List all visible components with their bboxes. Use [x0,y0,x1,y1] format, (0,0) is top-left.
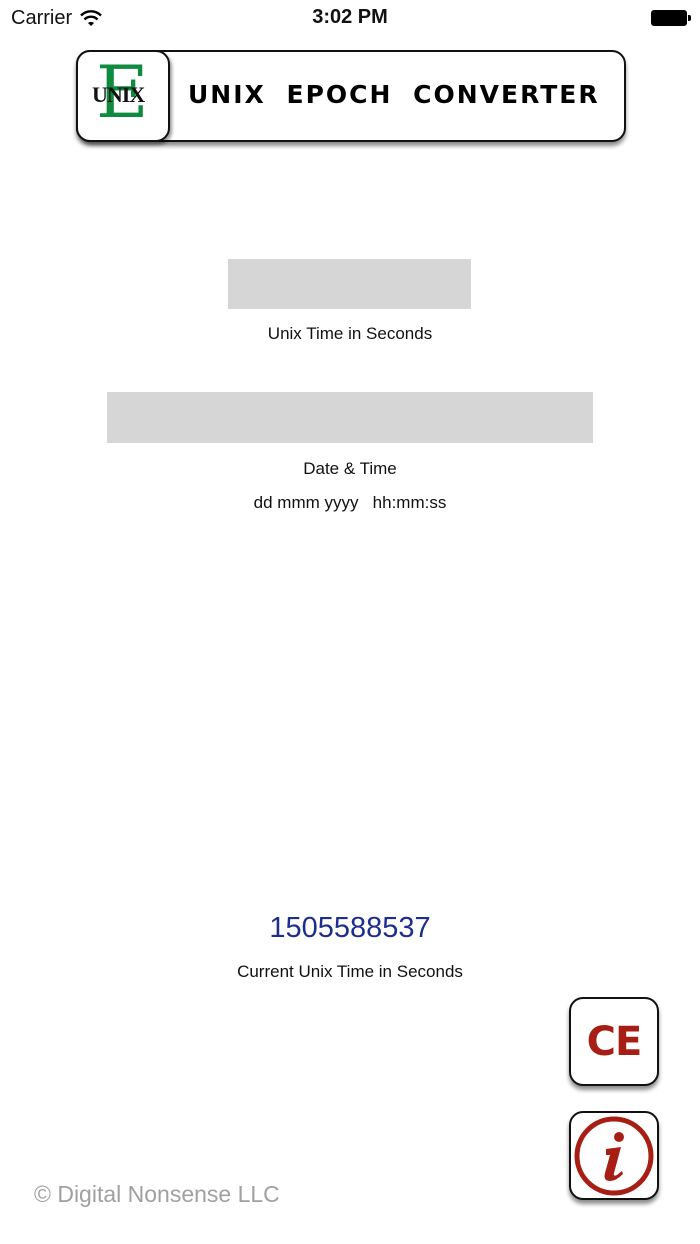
date-format-hint: dd mmm yyyy hh:mm:ss [253,493,447,512]
app-title: UNIX EPOCH CONVERTER [188,80,600,109]
current-unix-time-label: Current Unix Time in Seconds [237,962,463,981]
app-logo: E UNIX [76,50,170,142]
logo-word: UNIX [92,82,145,107]
clear-entry-label: CE [586,1018,643,1065]
battery-icon [651,10,691,26]
app-header-banner: E UNIX UNIX EPOCH CONVERTER [76,50,626,142]
date-time-input[interactable] [107,392,593,443]
unix-seconds-input[interactable] [228,259,471,309]
status-bar: Carrier 3:02 PM [0,0,700,38]
info-button[interactable] [569,1111,659,1200]
status-time: 3:02 PM [312,6,388,28]
copyright-notice: © Digital Nonsense LLC [34,1181,280,1207]
clear-entry-button[interactable]: CE [569,997,659,1086]
current-unix-time-value: 1505588537 [269,912,431,944]
unix-seconds-label: Unix Time in Seconds [267,324,433,343]
date-time-label: Date & Time [303,459,397,478]
info-icon [574,1116,654,1195]
